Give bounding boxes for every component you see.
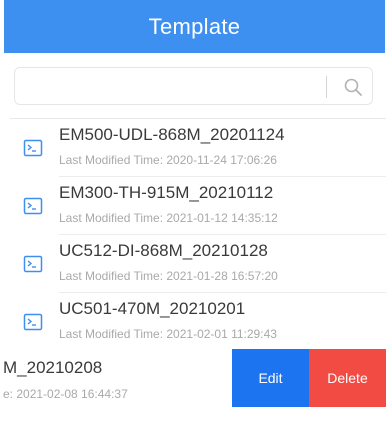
header-bar: Template xyxy=(4,0,385,53)
template-name: UC501-470M_20210201 xyxy=(59,299,246,318)
page-title: Template xyxy=(148,13,241,39)
template-name: M_20210208 xyxy=(3,358,103,377)
template-modified-time: e: 2021-02-08 16:44:37 xyxy=(3,387,128,401)
search-icon[interactable] xyxy=(343,77,363,97)
edit-button-label: Edit xyxy=(258,370,283,386)
template-file-icon xyxy=(23,255,43,273)
template-name: EM300-TH-915M_20210112 xyxy=(59,183,274,202)
template-modified-time: Last Modified Time: 2021-02-01 11:29:43 xyxy=(59,327,277,341)
delete-button-label: Delete xyxy=(327,370,368,386)
list-item[interactable]: EM300-TH-915M_20210112 Last Modified Tim… xyxy=(0,177,386,235)
template-name: EM500-UDL-868M_20201124 xyxy=(59,125,285,144)
list-item[interactable]: UC501-470M_20210201 Last Modified Time: … xyxy=(0,293,386,351)
template-file-icon xyxy=(23,197,43,215)
search-divider xyxy=(326,76,327,98)
swiped-list-item[interactable]: M_20210208 e: 2021-02-08 16:44:37 Edit D… xyxy=(0,349,386,407)
swiped-item-content[interactable]: M_20210208 e: 2021-02-08 16:44:37 xyxy=(0,349,232,407)
list-item[interactable]: EM500-UDL-868M_20201124 Last Modified Ti… xyxy=(0,119,386,177)
template-name: UC512-DI-868M_20210128 xyxy=(59,241,268,260)
list-item[interactable]: UC512-DI-868M_20210128 Last Modified Tim… xyxy=(0,235,386,293)
search-box[interactable] xyxy=(14,67,373,105)
template-modified-time: Last Modified Time: 2021-01-12 14:35:12 xyxy=(59,211,278,225)
edit-button[interactable]: Edit xyxy=(232,349,309,407)
template-modified-time: Last Modified Time: 2020-11-24 17:06:26 xyxy=(59,153,277,167)
template-file-icon xyxy=(23,139,43,157)
delete-button[interactable]: Delete xyxy=(309,349,386,407)
template-modified-time: Last Modified Time: 2021-01-28 16:57:20 xyxy=(59,269,278,283)
search-input[interactable] xyxy=(23,74,323,100)
template-file-icon xyxy=(23,313,43,331)
